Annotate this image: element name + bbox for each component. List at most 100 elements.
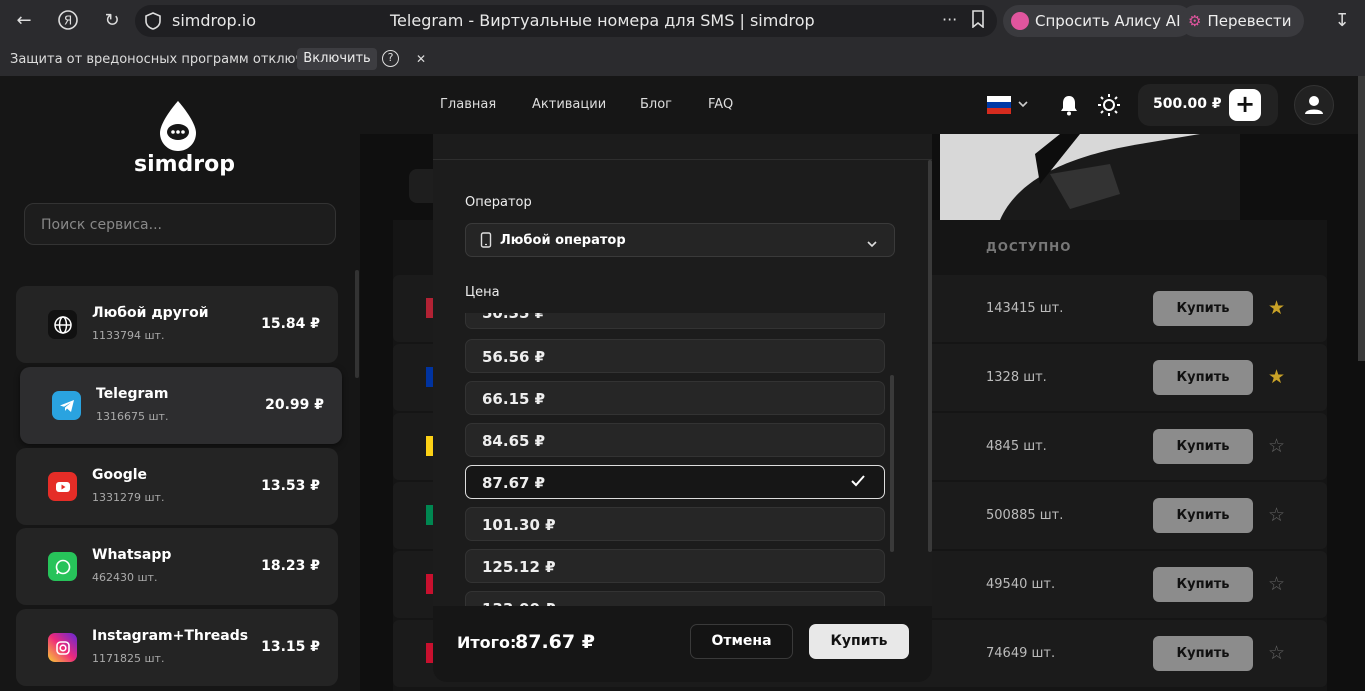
reload-icon[interactable]: ↻	[100, 9, 124, 33]
back-icon[interactable]: ←	[12, 9, 36, 33]
telegram-icon	[52, 391, 81, 420]
favorite-star-icon[interactable]: ☆	[1268, 504, 1285, 526]
favorite-star-icon[interactable]: ☆	[1268, 642, 1285, 664]
service-item-other[interactable]: Любой другой 1133794 шт. 15.84 ₽	[16, 286, 338, 363]
service-item-whatsapp[interactable]: Whatsapp 462430 шт. 18.23 ₽	[16, 528, 338, 605]
service-name: Любой другой	[92, 305, 209, 321]
available-count: 1328 шт.	[986, 370, 1047, 385]
row-buy-button[interactable]: Купить	[1153, 291, 1253, 326]
ask-alice-button[interactable]: Спросить Алису AI	[1003, 5, 1193, 37]
row-buy-button[interactable]: Купить	[1153, 567, 1253, 602]
service-name: Telegram	[96, 386, 169, 402]
available-count: 74649 шт.	[986, 646, 1056, 661]
nav-faq[interactable]: FAQ	[708, 97, 733, 112]
service-count: 462430 шт.	[92, 571, 158, 584]
modal-scrollbar[interactable]	[928, 160, 932, 552]
profile-button[interactable]	[1294, 85, 1334, 125]
operator-value: Любой оператор	[500, 233, 626, 248]
modal-divider	[433, 159, 932, 160]
whatsapp-icon	[48, 552, 77, 581]
price-option[interactable]: 101.30 ₽	[465, 507, 885, 541]
price-option[interactable]: 50.35 ₽	[465, 313, 885, 329]
theme-toggle-icon[interactable]	[1097, 93, 1121, 121]
service-name: Whatsapp	[92, 547, 172, 563]
service-count: 1133794 шт.	[92, 329, 165, 342]
service-price: 13.53 ₽	[261, 478, 320, 494]
price-list: 50.35 ₽ 56.56 ₽ 66.15 ₽ 84.65 ₽ 87.67 ₽ …	[465, 313, 887, 607]
page-scrollbar[interactable]	[1358, 76, 1365, 361]
service-count: 1171825 шт.	[92, 652, 165, 665]
service-search-input[interactable]: Поиск сервиса...	[24, 203, 336, 245]
enable-protection-button[interactable]: Включить	[297, 48, 377, 70]
service-item-instagram[interactable]: Instagram+Threads 1171825 шт. 13.15 ₽	[16, 609, 338, 686]
logo-text: simdrop	[134, 152, 236, 177]
notice-text: Защита от вредоносных программ отключена	[10, 52, 328, 67]
service-price: 13.15 ₽	[261, 639, 320, 655]
translate-label: Перевести	[1207, 12, 1292, 30]
service-name: Google	[92, 467, 148, 483]
price-option-label: 87.67 ₽	[482, 474, 546, 492]
row-buy-button[interactable]: Купить	[1153, 429, 1253, 464]
youtube-icon	[48, 472, 77, 501]
page-title: Telegram - Виртуальные номера для SMS | …	[390, 11, 815, 30]
balance-amount: 500.00 ₽	[1153, 96, 1222, 112]
service-count: 1316675 шт.	[96, 410, 169, 423]
help-icon[interactable]: ?	[382, 50, 399, 67]
shield-icon[interactable]	[145, 12, 161, 34]
total-label: Итого:	[457, 633, 517, 652]
sidebar-scrollbar[interactable]	[355, 270, 359, 378]
alice-icon	[1011, 12, 1029, 30]
service-count: 1331279 шт.	[92, 491, 165, 504]
nav-home[interactable]: Главная	[440, 97, 496, 112]
globe-icon	[48, 310, 77, 339]
more-icon[interactable]: ···	[942, 10, 957, 29]
bookmark-icon[interactable]	[970, 10, 986, 32]
service-item-telegram[interactable]: Telegram 1316675 шт. 20.99 ₽	[20, 367, 342, 444]
hero-illustration	[940, 134, 1240, 220]
site-domain[interactable]: simdrop.io	[172, 11, 256, 30]
price-option[interactable]: 133.00 ₽	[465, 591, 885, 607]
svg-text:Я: Я	[64, 14, 72, 28]
favorite-star-icon[interactable]: ★	[1268, 297, 1285, 319]
top-up-button[interactable]: +	[1229, 89, 1261, 121]
price-option[interactable]: 66.15 ₽	[465, 381, 885, 415]
price-list-scrollbar[interactable]	[890, 375, 894, 552]
price-option[interactable]: 56.56 ₽	[465, 339, 885, 373]
chevron-down-icon	[866, 234, 878, 253]
favorite-star-icon[interactable]: ☆	[1268, 435, 1285, 457]
available-count: 500885 шт.	[986, 508, 1064, 523]
row-buy-button[interactable]: Купить	[1153, 498, 1253, 533]
close-notice-icon[interactable]: ✕	[416, 52, 426, 66]
language-selector[interactable]	[987, 96, 1033, 118]
price-label: Цена	[465, 285, 500, 300]
price-option-selected[interactable]: 87.67 ₽	[465, 465, 885, 499]
translate-button[interactable]: ⚙ Перевести	[1180, 5, 1304, 37]
service-price: 18.23 ₽	[261, 558, 320, 574]
download-icon[interactable]: ↧	[1330, 9, 1354, 33]
service-item-google[interactable]: Google 1331279 шт. 13.53 ₽	[16, 448, 338, 525]
available-count: 4845 шт.	[986, 439, 1047, 454]
service-price: 20.99 ₽	[265, 397, 324, 413]
total-value: 87.67 ₽	[515, 631, 595, 653]
favorite-star-icon[interactable]: ★	[1268, 366, 1285, 388]
instagram-icon	[48, 633, 77, 662]
service-name: Instagram+Threads	[92, 628, 249, 644]
logo-icon	[156, 99, 200, 157]
yandex-icon[interactable]: Я	[56, 9, 80, 33]
phone-icon	[480, 232, 492, 252]
price-option[interactable]: 84.65 ₽	[465, 423, 885, 457]
price-option[interactable]: 125.12 ₽	[465, 549, 885, 583]
available-column-header: ДОСТУПНО	[986, 240, 1072, 254]
favorite-star-icon[interactable]: ☆	[1268, 573, 1285, 595]
buy-button[interactable]: Купить	[809, 624, 909, 659]
translate-icon: ⚙	[1188, 12, 1202, 30]
nav-blog[interactable]: Блог	[640, 97, 672, 112]
service-price: 15.84 ₽	[261, 316, 320, 332]
row-buy-button[interactable]: Купить	[1153, 636, 1253, 671]
cancel-button[interactable]: Отмена	[690, 624, 793, 659]
bell-icon[interactable]	[1059, 94, 1079, 120]
nav-activations[interactable]: Активации	[532, 97, 606, 112]
row-buy-button[interactable]: Купить	[1153, 360, 1253, 395]
checkmark-icon	[850, 474, 866, 492]
operator-label: Оператор	[465, 195, 532, 210]
